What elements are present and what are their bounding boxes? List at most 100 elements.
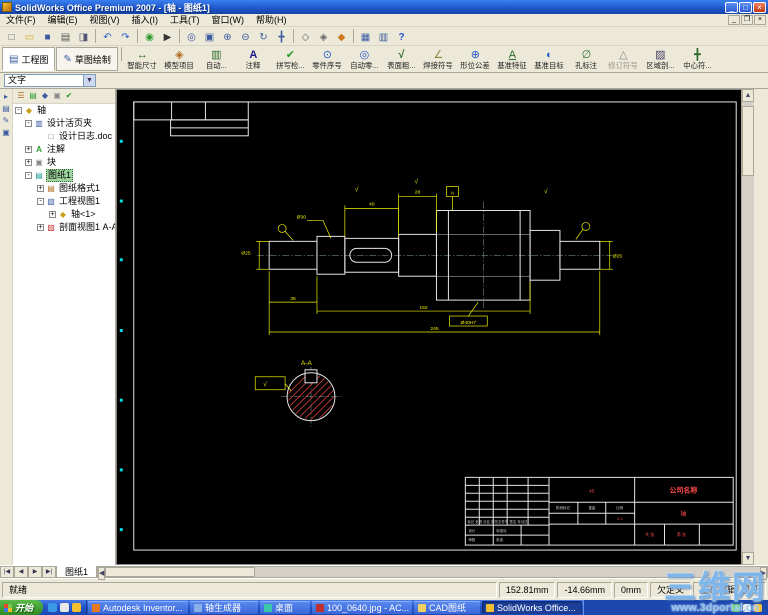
smart-dimension-button[interactable]: 智能尺寸 — [124, 47, 161, 71]
scrollbar-thumb[interactable] — [742, 106, 754, 176]
expand-icon[interactable] — [37, 224, 44, 231]
main-drawing-view[interactable]: 40 28 Ø30 A Ø25 Ø25 35 162 245 Ø40H7 √ √ — [241, 178, 622, 335]
tree-item-sheet1[interactable]: 图纸1 — [13, 169, 115, 182]
zoom-area-icon[interactable] — [201, 29, 218, 44]
tray-icon[interactable] — [732, 603, 740, 612]
font-combo[interactable]: 文字 — [4, 74, 96, 87]
tree-item-annotations[interactable]: 注解 — [13, 143, 115, 156]
scroll-right-icon[interactable] — [759, 567, 767, 580]
selection-handles[interactable] — [119, 139, 123, 532]
tree-item-blocks[interactable]: 块 — [13, 156, 115, 169]
save-icon[interactable] — [39, 29, 56, 44]
custom-tab-icon[interactable] — [52, 91, 62, 101]
datum-target-button[interactable]: 基准目标 — [531, 47, 568, 71]
datum-feature-button[interactable]: 基准特征 — [494, 47, 531, 71]
zoom-fit-icon[interactable] — [183, 29, 200, 44]
sheet-tools-icon[interactable] — [2, 104, 11, 113]
help-icon[interactable] — [393, 29, 410, 44]
select-icon[interactable] — [159, 29, 176, 44]
scroll-left-icon[interactable] — [98, 567, 106, 580]
tab-sketch[interactable]: ✎ 草图绘制 — [56, 47, 118, 71]
menu-view[interactable]: 视图(V) — [84, 14, 126, 27]
chevron-down-icon[interactable] — [83, 75, 95, 86]
tree-item-design-binder[interactable]: 设计活页夹 — [13, 117, 115, 130]
tree-item-root[interactable]: 轴 — [13, 104, 115, 117]
balloon-button[interactable]: 零件序号 — [309, 47, 346, 71]
next-sheet-icon[interactable] — [28, 566, 42, 578]
new-icon[interactable] — [3, 29, 20, 44]
autodimension-button[interactable]: 自动... — [198, 47, 235, 71]
taskbar-button-desktop[interactable]: 桌面 — [260, 601, 311, 614]
drawing-canvas[interactable]: 40 28 Ø30 A Ø25 Ø25 35 162 245 Ø40H7 √ √ — [117, 90, 741, 564]
first-sheet-icon[interactable] — [0, 566, 14, 578]
tab-drawing[interactable]: ▤ 工程图 — [2, 47, 56, 71]
tray-icon[interactable] — [754, 603, 762, 612]
dimension-lines[interactable] — [256, 186, 613, 335]
displaymanager-tab-icon[interactable] — [64, 91, 74, 101]
scroll-down-icon[interactable] — [742, 552, 754, 565]
scroll-up-icon[interactable] — [742, 89, 754, 102]
expand-icon[interactable] — [37, 198, 44, 205]
sketch-tools-icon[interactable] — [2, 116, 11, 125]
show-desktop-icon[interactable] — [60, 603, 70, 612]
vertical-scrollbar[interactable] — [741, 89, 754, 565]
surface-finish-button[interactable]: 表面粗... — [383, 47, 420, 71]
zoom-in-icon[interactable] — [219, 29, 236, 44]
print-preview-icon[interactable] — [75, 29, 92, 44]
menu-edit[interactable]: 编辑(E) — [42, 14, 84, 27]
tree-item-part-instance[interactable]: 轴<1> — [13, 208, 115, 221]
zoom-out-icon[interactable] — [237, 29, 254, 44]
rebuild-icon[interactable] — [141, 29, 158, 44]
menu-tools[interactable]: 工具(T) — [164, 14, 206, 27]
expand-icon[interactable] — [25, 120, 32, 127]
taskbar-button-cad-folder[interactable]: CAD图纸 — [414, 601, 481, 614]
taskbar-button-solidworks[interactable]: SolidWorks Office... — [482, 601, 583, 614]
prev-sheet-icon[interactable] — [14, 566, 28, 578]
rotate-view-icon[interactable] — [255, 29, 272, 44]
propertymanager-tab-icon[interactable] — [28, 91, 38, 101]
dimension-text[interactable]: 40 28 Ø30 A Ø25 Ø25 35 162 245 Ø40H7 — [241, 190, 622, 332]
tree-item-design-journal[interactable]: 设计日志.doc <空白> — [13, 130, 115, 143]
featuremanager-tab-icon[interactable] — [16, 91, 26, 101]
print-icon[interactable] — [57, 29, 74, 44]
taskbar-button-shaft-generator[interactable]: 轴生成器 — [190, 601, 259, 614]
scrollbar-thumb[interactable] — [105, 567, 256, 577]
taskbar-button-image[interactable]: 100_0640.jpg - AC... — [312, 601, 413, 614]
weld-symbol-button[interactable]: 焊接符号 — [420, 47, 457, 71]
sheet-tab[interactable]: 图纸1 — [56, 566, 98, 578]
expand-icon[interactable] — [25, 159, 32, 166]
shaded-icon[interactable] — [333, 29, 350, 44]
title-block[interactable]: 公司名称 45 轴 阶段标记 重量 比例 1:1 共 张 第 张 标记 处数 分… — [464, 476, 734, 546]
section-view[interactable]: A-A √ — [254, 333, 341, 451]
graphics-area[interactable]: 40 28 Ø30 A Ø25 Ø25 35 162 245 Ø40H7 √ √ — [116, 89, 741, 565]
view-orientation-icon[interactable] — [357, 29, 374, 44]
spell-check-button[interactable]: 拼写检... — [272, 47, 309, 71]
taskbar-button-inventor[interactable]: Autodesk Inventor... — [88, 601, 189, 614]
area-hatch-button[interactable]: 区域剖... — [642, 47, 679, 71]
horizontal-scrollbar[interactable] — [97, 566, 768, 580]
hole-callout-button[interactable]: 孔标注 — [568, 47, 605, 71]
model-items-button[interactable]: 模型项目 — [161, 47, 198, 71]
minimize-button[interactable] — [725, 1, 738, 13]
tray-icon[interactable] — [743, 603, 751, 612]
ie-icon[interactable] — [48, 603, 58, 612]
configurationmanager-tab-icon[interactable] — [40, 91, 50, 101]
pan-icon[interactable] — [273, 29, 290, 44]
child-minimize-button[interactable] — [728, 15, 740, 25]
view-tools-icon[interactable] — [2, 128, 11, 137]
menu-window[interactable]: 窗口(W) — [206, 14, 251, 27]
open-icon[interactable] — [21, 29, 38, 44]
expand-icon[interactable] — [25, 146, 32, 153]
start-button[interactable]: 开始 — [0, 600, 44, 615]
menu-file[interactable]: 文件(F) — [0, 14, 42, 27]
hidden-lines-icon[interactable] — [315, 29, 332, 44]
media-player-icon[interactable] — [72, 603, 82, 612]
undo-icon[interactable] — [99, 29, 116, 44]
tree-item-drawing-view1[interactable]: 工程视图1 — [13, 195, 115, 208]
revision-symbol-button[interactable]: 修订符号 — [605, 47, 642, 71]
section-finish-callout[interactable] — [254, 376, 292, 391]
menu-help[interactable]: 帮助(H) — [250, 14, 293, 27]
expand-icon[interactable] — [25, 172, 32, 179]
geometric-tolerance-button[interactable]: 形位公差 — [457, 47, 494, 71]
child-close-button[interactable] — [754, 15, 766, 25]
